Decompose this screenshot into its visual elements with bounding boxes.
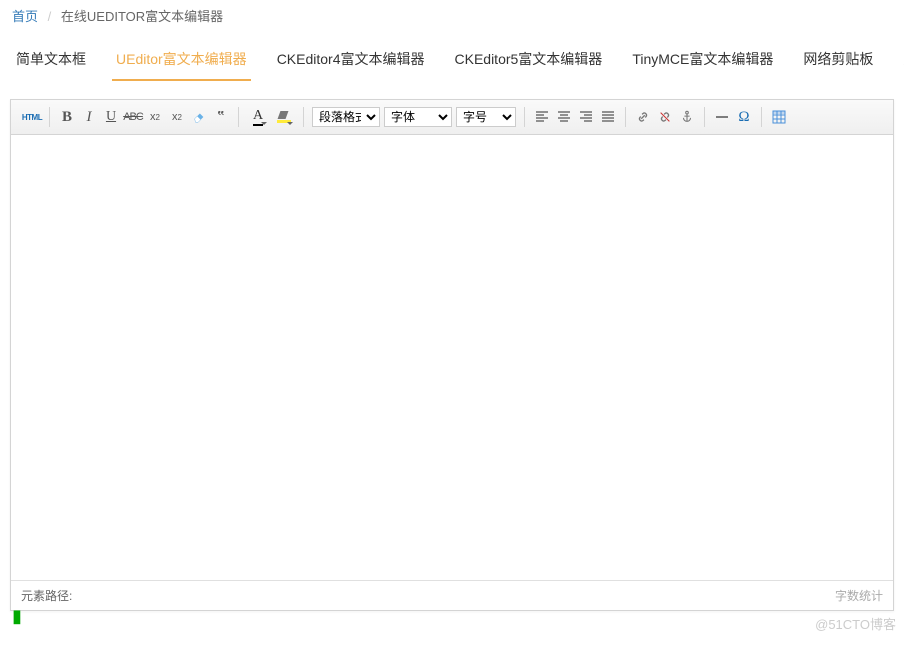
special-char-button[interactable]: Ω (733, 106, 755, 128)
editor-statusbar: 元素路径: 字数统计 (11, 580, 893, 610)
link-icon (636, 110, 650, 124)
caret-indicator: ▮ (0, 611, 904, 621)
align-left-button[interactable] (531, 106, 553, 128)
editor-content-area[interactable] (11, 135, 893, 580)
table-icon (772, 110, 786, 124)
element-path-label: 元素路径: (21, 587, 72, 604)
tab-simple-textbox[interactable]: 简单文本框 (12, 41, 90, 81)
align-center-button[interactable] (553, 106, 575, 128)
insert-table-button[interactable] (768, 106, 790, 128)
tab-textpai[interactable]: 文本派-极 (899, 41, 904, 81)
breadcrumb-current: 在线UEDITOR富文本编辑器 (61, 9, 223, 24)
breadcrumb-home-link[interactable]: 首页 (12, 9, 38, 24)
toolbar-separator (625, 107, 626, 127)
chevron-down-icon (287, 122, 293, 125)
toolbar-separator (761, 107, 762, 127)
align-justify-button[interactable] (597, 106, 619, 128)
align-right-button[interactable] (575, 106, 597, 128)
horizontal-rule-button[interactable] (711, 106, 733, 128)
breadcrumb: 首页 / 在线UEDITOR富文本编辑器 (0, 0, 904, 31)
toolbar-separator (49, 107, 50, 127)
subscript-button[interactable]: x2 (166, 106, 188, 128)
anchor-icon (680, 110, 694, 124)
superscript-button[interactable]: x2 (144, 106, 166, 128)
toolbar-separator (524, 107, 525, 127)
toolbar-separator (303, 107, 304, 127)
eraser-button[interactable] (188, 106, 210, 128)
editor-toolbar: HTML B I U ABC x2 x2 ‟ A (11, 100, 893, 135)
tab-tinymce[interactable]: TinyMCE富文本编辑器 (628, 41, 777, 81)
align-center-icon (557, 110, 571, 124)
align-right-icon (579, 110, 593, 124)
toolbar-separator (238, 107, 239, 127)
paragraph-format-select[interactable]: 段落格式 (312, 107, 380, 127)
font-family-select[interactable]: 字体 (384, 107, 452, 127)
link-button[interactable] (632, 106, 654, 128)
horizontal-rule-icon (715, 110, 729, 124)
unlink-button[interactable] (654, 106, 676, 128)
backcolor-button[interactable] (273, 107, 295, 127)
toolbar-separator (704, 107, 705, 127)
font-size-select[interactable]: 字号 (456, 107, 516, 127)
source-html-button[interactable]: HTML (21, 106, 43, 128)
align-justify-icon (601, 110, 615, 124)
tab-ckeditor5[interactable]: CKEditor5富文本编辑器 (451, 41, 607, 81)
forecolor-button[interactable]: A (247, 107, 269, 127)
underline-button[interactable]: U (100, 106, 122, 128)
bold-button[interactable]: B (56, 106, 78, 128)
unlink-icon (658, 110, 672, 124)
word-count-button[interactable]: 字数统计 (835, 587, 883, 604)
blockquote-button[interactable]: ‟ (210, 106, 232, 128)
tab-clipboard[interactable]: 网络剪贴板 (799, 41, 877, 81)
tab-ueditor[interactable]: UEditor富文本编辑器 (112, 41, 251, 81)
italic-button[interactable]: I (78, 106, 100, 128)
breadcrumb-separator: / (48, 9, 52, 24)
align-left-icon (535, 110, 549, 124)
chevron-down-icon (261, 122, 267, 125)
eraser-icon (192, 110, 206, 124)
tab-ckeditor4[interactable]: CKEditor4富文本编辑器 (273, 41, 429, 81)
strikethrough-button[interactable]: ABC (122, 106, 144, 128)
editor-container: HTML B I U ABC x2 x2 ‟ A (10, 99, 894, 611)
anchor-button[interactable] (676, 106, 698, 128)
tabs-nav: 简单文本框 UEditor富文本编辑器 CKEditor4富文本编辑器 CKEd… (0, 31, 904, 81)
